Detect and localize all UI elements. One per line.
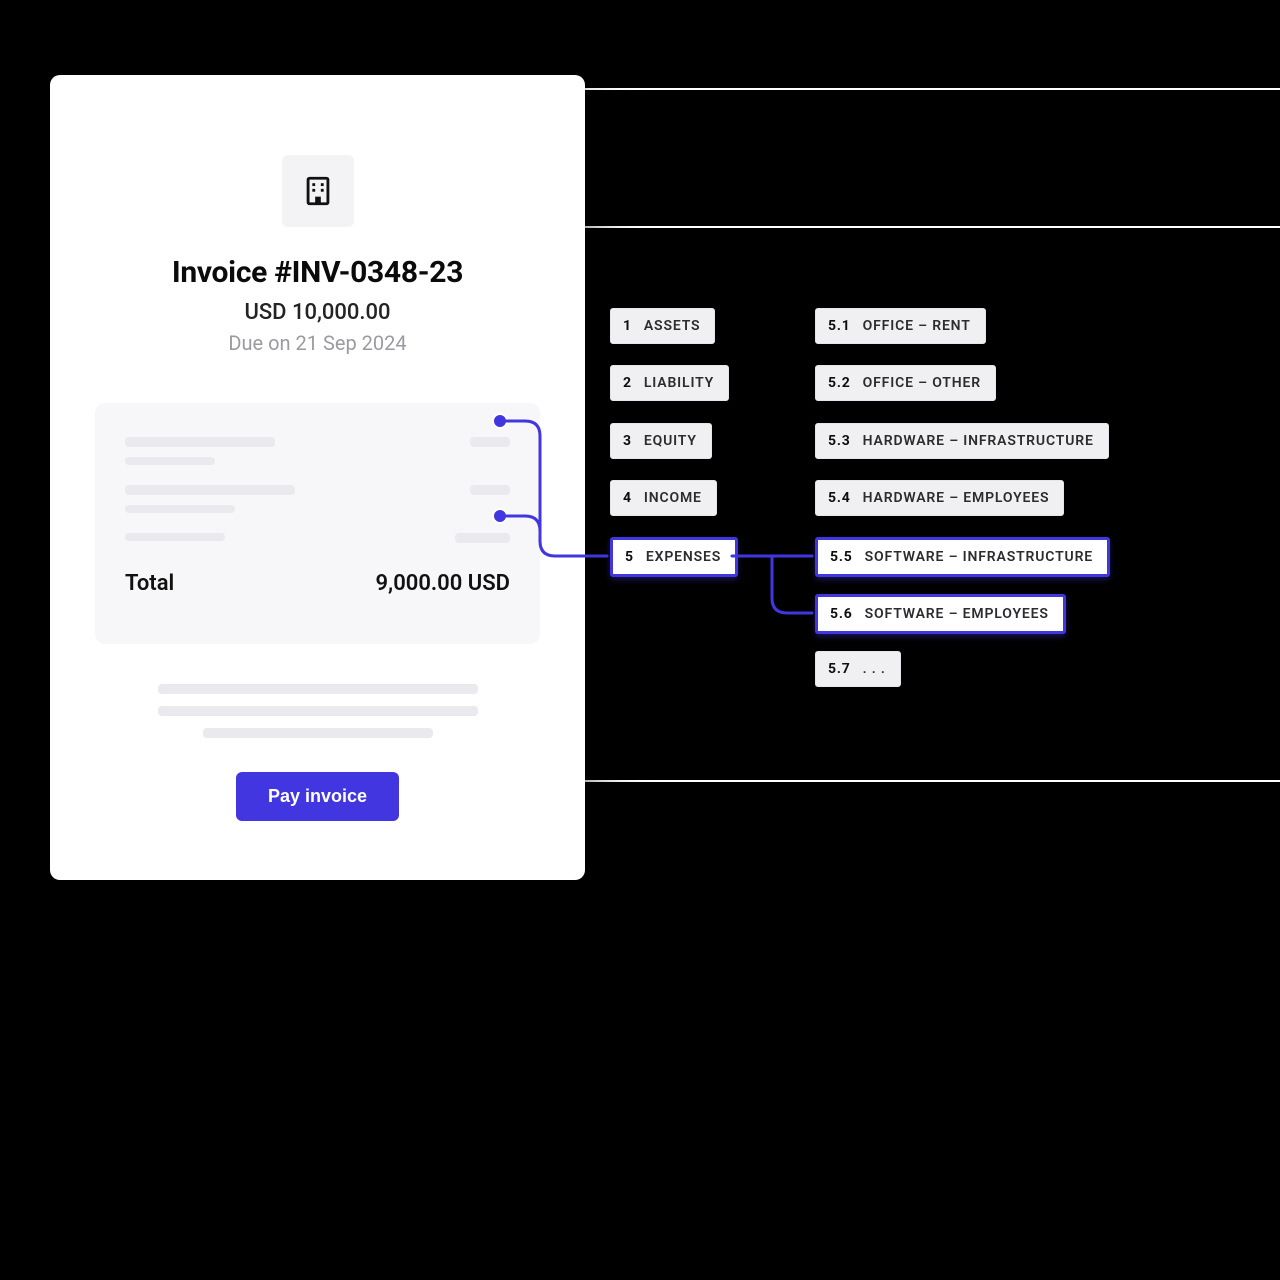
chip-label: HARDWARE – EMPLOYEES <box>863 490 1050 506</box>
pay-invoice-button[interactable]: Pay invoice <box>236 772 399 821</box>
account-chip-income[interactable]: 4 INCOME <box>610 480 717 516</box>
account-chip-office-other[interactable]: 5.2 OFFICE – OTHER <box>815 365 996 401</box>
chip-number: 5.7 <box>828 661 851 677</box>
account-chip-assets[interactable]: 1 ASSETS <box>610 308 715 344</box>
chip-label: SOFTWARE – INFRASTRUCTURE <box>865 549 1093 565</box>
chip-label: OFFICE – RENT <box>863 318 971 334</box>
chip-label: EXPENSES <box>646 549 721 565</box>
account-chip-more[interactable]: 5.7 . . . <box>815 651 901 687</box>
chip-label: . . . <box>863 661 886 677</box>
chip-number: 5.1 <box>828 318 851 334</box>
account-chip-hardware-employees[interactable]: 5.4 HARDWARE – EMPLOYEES <box>815 480 1064 516</box>
chip-number: 3 <box>623 433 632 449</box>
chip-label: INCOME <box>644 490 702 506</box>
line-items-panel: Total 9,000.00 USD <box>95 403 540 644</box>
account-chip-expenses[interactable]: 5 EXPENSES <box>610 537 738 577</box>
line-item <box>125 437 510 465</box>
company-icon <box>282 155 354 227</box>
account-chip-software-infra[interactable]: 5.5 SOFTWARE – INFRASTRUCTURE <box>815 537 1110 577</box>
chip-number: 1 <box>623 318 632 334</box>
background-rule <box>585 780 1280 782</box>
total-label: Total <box>125 571 174 596</box>
total-value: 9,000.00 USD <box>375 571 510 596</box>
chip-number: 5.6 <box>830 606 853 622</box>
background-rule <box>585 88 1280 90</box>
invoice-title: Invoice #INV-0348-23 <box>95 255 540 290</box>
invoice-total: Total 9,000.00 USD <box>125 571 510 596</box>
invoice-due: Due on 21 Sep 2024 <box>95 331 540 355</box>
diagram-stage: Invoice #INV-0348-23 USD 10,000.00 Due o… <box>0 0 1280 1280</box>
line-item <box>125 533 510 543</box>
chip-number: 5.5 <box>830 549 853 565</box>
chip-label: SOFTWARE – EMPLOYEES <box>865 606 1049 622</box>
chip-number: 5.2 <box>828 375 851 391</box>
account-chip-hardware-infra[interactable]: 5.3 HARDWARE – INFRASTRUCTURE <box>815 423 1109 459</box>
chip-label: LIABILITY <box>644 375 714 391</box>
account-chip-software-employees[interactable]: 5.6 SOFTWARE – EMPLOYEES <box>815 594 1066 634</box>
chip-number: 2 <box>623 375 632 391</box>
chip-number: 4 <box>623 490 632 506</box>
invoice-footer <box>95 684 540 738</box>
background-rule <box>585 226 1280 228</box>
chip-label: EQUITY <box>644 433 697 449</box>
account-chip-equity[interactable]: 3 EQUITY <box>610 423 712 459</box>
chip-number: 5 <box>625 549 634 565</box>
invoice-card: Invoice #INV-0348-23 USD 10,000.00 Due o… <box>50 75 585 880</box>
account-chip-office-rent[interactable]: 5.1 OFFICE – RENT <box>815 308 986 344</box>
chip-number: 5.3 <box>828 433 851 449</box>
account-chip-liability[interactable]: 2 LIABILITY <box>610 365 729 401</box>
chip-label: ASSETS <box>644 318 701 334</box>
invoice-amount: USD 10,000.00 <box>95 300 540 325</box>
chip-label: OFFICE – OTHER <box>863 375 981 391</box>
building-icon <box>301 174 335 208</box>
line-item <box>125 485 510 513</box>
chip-number: 5.4 <box>828 490 851 506</box>
chip-label: HARDWARE – INFRASTRUCTURE <box>863 433 1094 449</box>
